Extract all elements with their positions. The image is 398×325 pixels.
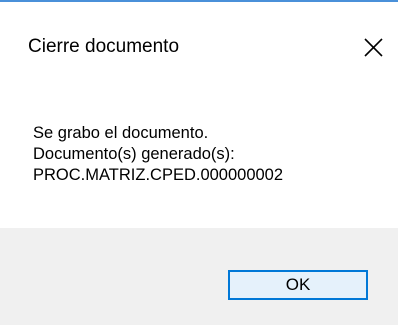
ok-button[interactable]: OK	[228, 270, 368, 300]
close-icon	[364, 38, 383, 57]
message-line: PROC.MATRIZ.CPED.000000002	[33, 166, 284, 184]
message-line: Documento(s) generado(s):	[33, 145, 235, 163]
dialog-window: Cierre documento Se grabo el documento. …	[0, 0, 398, 325]
message-area: Se grabo el documento. Documento(s) gene…	[0, 88, 398, 228]
dialog-title: Cierre documento	[28, 36, 180, 57]
button-footer: OK	[0, 228, 398, 325]
message-line: Se grabo el documento.	[33, 124, 209, 142]
close-button[interactable]	[356, 30, 392, 66]
title-bar: Cierre documento	[0, 2, 398, 88]
